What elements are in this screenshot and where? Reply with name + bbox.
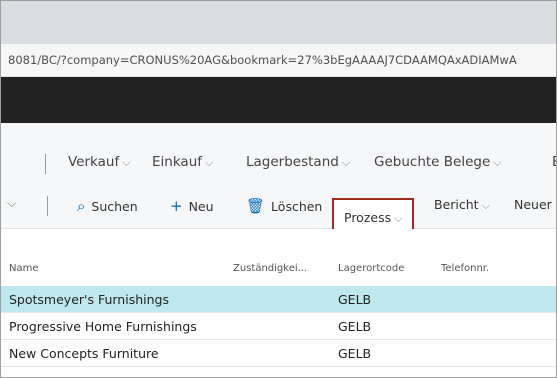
search-icon: ⌕ <box>77 197 86 215</box>
table-row[interactable]: New Concepts Furniture GELB <box>1 340 556 367</box>
column-header-name[interactable]: Name <box>9 263 39 274</box>
column-header-responsibility[interactable]: Zuständigkei... <box>233 263 307 274</box>
trash-icon: 🗑︎ <box>246 197 266 215</box>
vendor-list: Name Zuständigkei... Lagerortcode Telefo… <box>1 229 556 377</box>
nav-item-e[interactable]: E <box>552 154 556 170</box>
new-label: Neu <box>188 199 214 214</box>
cell-location-code: GELB <box>338 346 372 361</box>
new-button[interactable]: + Neu <box>170 197 214 215</box>
cell-name[interactable]: New Concepts Furniture <box>9 346 159 361</box>
chevron-down-icon: ⌵ <box>205 156 214 169</box>
column-header-phone[interactable]: Telefonnr. <box>441 263 489 274</box>
nav-item-label: E <box>552 154 556 170</box>
app-header-bar <box>1 77 556 123</box>
process-label: Prozess <box>344 210 392 225</box>
nav-item-label: Lagerbestand <box>246 154 339 170</box>
nav-item-verkauf[interactable]: Verkauf ⌵ <box>68 154 131 170</box>
nav-item-gebuchte-belege[interactable]: Gebuchte Belege ⌵ <box>374 154 502 170</box>
search-label: Suchen <box>91 199 138 214</box>
new-document-label: Neuer <box>514 197 552 212</box>
browser-tab-strip <box>1 1 556 44</box>
address-bar[interactable]: 8081/BC/?company=CRONUS%20AG&bookmark=27… <box>1 44 556 77</box>
delete-label: Löschen <box>271 199 323 214</box>
cell-location-code: GELB <box>338 319 372 334</box>
header-spacer <box>1 123 556 143</box>
chevron-down-icon: ⌵ <box>394 212 403 225</box>
cell-name[interactable]: Progressive Home Furnishings <box>9 319 197 334</box>
url-text[interactable]: 8081/BC/?company=CRONUS%20AG&bookmark=27… <box>8 53 517 67</box>
nav-item-label: Gebuchte Belege <box>374 154 491 170</box>
nav-item-label: Verkauf <box>68 154 120 170</box>
nav-item-einkauf[interactable]: Einkauf ⌵ <box>152 154 213 170</box>
browser-window: 8081/BC/?company=CRONUS%20AG&bookmark=27… <box>0 0 557 378</box>
chevron-down-icon: ⌵ <box>481 199 490 212</box>
chevron-down-icon: ⌵ <box>122 156 131 169</box>
action-separator <box>47 196 48 216</box>
cell-location-code: GELB <box>338 292 372 307</box>
cell-name[interactable]: Spotsmeyer's Furnishings <box>9 292 169 307</box>
report-label: Bericht <box>434 197 479 212</box>
nav-item-label: Einkauf <box>152 154 202 170</box>
plus-icon: + <box>170 197 183 215</box>
delete-button[interactable]: 🗑︎ Löschen <box>246 197 322 215</box>
nav-separator <box>45 154 46 174</box>
table-row[interactable]: Spotsmeyer's Furnishings GELB <box>1 286 556 313</box>
navigation-menu: Verkauf ⌵ Einkauf ⌵ Lagerbestand ⌵ Gebuchte… <box>1 143 556 183</box>
search-button[interactable]: ⌕ Suchen <box>77 197 138 215</box>
nav-item-lagerbestand[interactable]: Lagerbestand ⌵ <box>246 154 350 170</box>
column-header-location-code[interactable]: Lagerortcode <box>338 263 404 274</box>
new-document-button[interactable]: Neuer <box>514 197 552 212</box>
process-label-wrap: Prozess ⌵ <box>344 210 402 226</box>
chevron-down-icon: ⌵ <box>493 156 502 169</box>
action-bar: ⌵ ⌕ Suchen + Neu 🗑︎ Löschen Bericht ⌵ Neuer <box>1 183 556 229</box>
chevron-down-icon[interactable]: ⌵ <box>7 195 16 211</box>
report-menu-button[interactable]: Bericht ⌵ <box>434 197 490 213</box>
chevron-down-icon: ⌵ <box>341 156 351 169</box>
table-row[interactable]: Progressive Home Furnishings GELB <box>1 313 556 340</box>
